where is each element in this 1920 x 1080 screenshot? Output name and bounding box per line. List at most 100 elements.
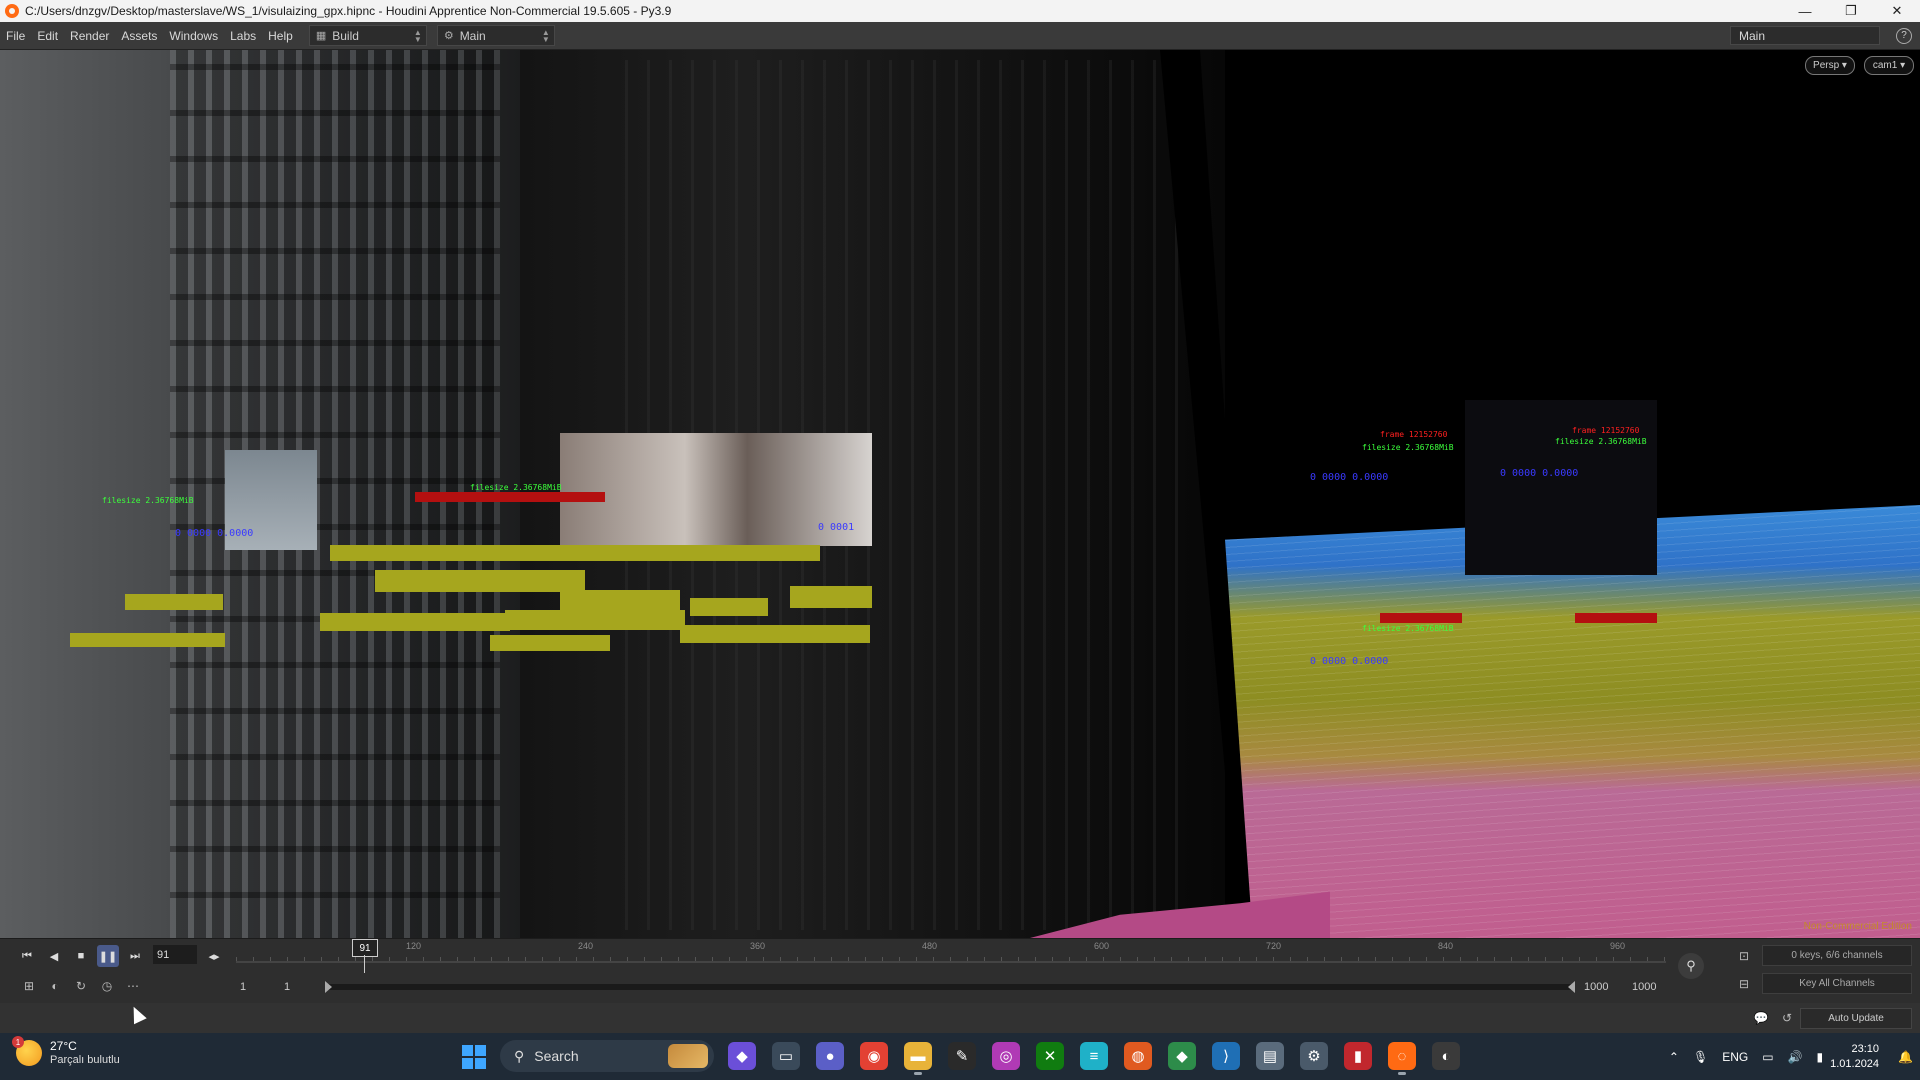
realtime-icon[interactable]: ◷ <box>98 977 116 995</box>
label-block <box>1380 613 1462 623</box>
gear-icon: ⚙ <box>443 30 454 42</box>
right-desktop-select[interactable]: Main <box>1730 26 1880 45</box>
range-start-field[interactable]: 1 <box>240 977 246 996</box>
teams-icon[interactable]: ● <box>816 1042 844 1070</box>
language-indicator[interactable]: ENG <box>1722 1050 1748 1064</box>
display-icon[interactable]: ▭ <box>1762 1050 1773 1064</box>
clock[interactable]: 23:10 1.01.2024 <box>1830 1042 1879 1072</box>
data-bar <box>790 586 872 608</box>
frame-label: frame 12152760 <box>1380 430 1448 439</box>
weather-widget[interactable]: 1 27°C Parçalı bulutlu <box>12 1036 120 1067</box>
battery-icon[interactable]: ▮ <box>1817 1050 1824 1064</box>
scene-viewport[interactable]: filesize 2.36768MiB filesize 2.36768MiB … <box>0 50 1920 938</box>
notes-icon[interactable]: ≡ <box>1080 1042 1108 1070</box>
xbox-icon[interactable]: ✕ <box>1036 1042 1064 1070</box>
coord-label: 0 0000 0.0000 <box>1310 656 1389 667</box>
menu-file[interactable]: File <box>0 29 31 43</box>
stop-button[interactable]: ■ <box>70 945 92 967</box>
channel-list-icon[interactable]: ⊡ <box>1735 947 1753 965</box>
weather-icon: 1 <box>12 1036 42 1066</box>
windows-start-icon[interactable] <box>462 1045 486 1069</box>
auto-update-select[interactable]: Auto Update <box>1800 1008 1912 1029</box>
pause-button[interactable]: ❚❚ <box>97 945 119 967</box>
step-icon[interactable]: ⋯ <box>124 977 142 995</box>
playbar: ⏮ ◀ ■ ❚❚ ⏭ 91 ◂▸ 120 240 360 480 600 720… <box>0 938 1920 1004</box>
filesize-label: filesize 2.36768MiB <box>470 483 562 492</box>
status-bar: 💬 ↺ Auto Update <box>0 1003 1920 1033</box>
pdf-reader-icon[interactable]: ▮ <box>1344 1042 1372 1070</box>
range-end-field[interactable]: 1000 <box>1632 977 1656 996</box>
speaker-icon[interactable]: ◐ <box>46 977 64 995</box>
loop-icon[interactable]: ↻ <box>72 977 90 995</box>
play-reverse-button[interactable]: ◀ <box>43 945 65 967</box>
range-start-handle[interactable] <box>325 981 332 993</box>
notifications-icon[interactable]: 🔔 <box>1898 1050 1913 1064</box>
data-bar <box>125 594 223 610</box>
menu-help[interactable]: Help <box>262 29 299 43</box>
help-icon[interactable]: ? <box>1896 27 1912 44</box>
current-frame-field[interactable]: 91 <box>153 945 197 964</box>
chat-icon[interactable]: 💬 <box>1752 1009 1770 1027</box>
filesize-label: filesize 2.36768MiB <box>1362 443 1454 452</box>
menu-edit[interactable]: Edit <box>31 29 64 43</box>
file-explorer-icon[interactable]: ▬ <box>904 1042 932 1075</box>
monitor-app-icon[interactable]: ▤ <box>1256 1042 1284 1070</box>
instagram-icon[interactable]: ◎ <box>992 1042 1020 1070</box>
widgets-icon[interactable]: ◆ <box>728 1042 756 1070</box>
volume-icon[interactable]: 🔊 <box>1788 1050 1803 1064</box>
task-view-icon[interactable]: ▭ <box>772 1042 800 1070</box>
desktop-main-select[interactable]: ⚙ Main ▲ ▼ <box>436 25 555 46</box>
data-bar <box>505 610 685 630</box>
settings-icon[interactable]: ⚙ <box>1300 1042 1328 1070</box>
updown-arrow-icon: ▲ ▼ <box>413 27 422 44</box>
chrome-icon[interactable]: ◉ <box>860 1042 888 1070</box>
refresh-icon[interactable]: ↺ <box>1778 1009 1796 1027</box>
microphone-icon[interactable]: 🎙 <box>1693 1050 1708 1064</box>
tick-label: 120 <box>406 941 422 951</box>
close-button[interactable]: ✕ <box>1874 0 1920 22</box>
coord-label: 0 0000 0.0000 <box>175 528 254 539</box>
desktop-build-select[interactable]: ▦ Build ▲ ▼ <box>308 25 427 46</box>
persp-view-menu[interactable]: Persp ▾ <box>1805 56 1855 75</box>
tick-label: 480 <box>922 941 938 951</box>
search-icon[interactable]: ⚲ <box>1678 953 1704 979</box>
sidefx-icon[interactable]: ◐ <box>1432 1042 1460 1070</box>
audio-icon[interactable]: ⊞ <box>20 977 38 995</box>
git-icon[interactable]: ◆ <box>1168 1042 1196 1070</box>
key-all-channels-select[interactable]: Key All Channels <box>1762 973 1912 994</box>
vscode-icon[interactable]: ⟩ <box>1212 1042 1240 1070</box>
timeline-ruler[interactable]: 120 240 360 480 600 720 840 960 <box>236 939 1666 973</box>
jump-start-button[interactable]: ⏮ <box>16 945 38 967</box>
data-bar <box>680 625 870 643</box>
range-start-field[interactable]: 1 <box>284 977 290 996</box>
chevron-up-icon[interactable]: ⌃ <box>1669 1050 1679 1064</box>
range-end-field[interactable]: 1000 <box>1584 977 1608 996</box>
houdini-taskbar-icon[interactable]: ◌ <box>1388 1042 1416 1075</box>
tick-label: 360 <box>750 941 766 951</box>
right-desktop-label: Main <box>1739 28 1766 43</box>
rhino-icon[interactable]: ✎ <box>948 1042 976 1070</box>
keys-channels-info[interactable]: 0 keys, 6/6 channels <box>1762 945 1912 966</box>
step-frame-buttons[interactable]: ◂▸ <box>200 945 228 967</box>
menu-windows[interactable]: Windows <box>163 29 224 43</box>
menu-labs[interactable]: Labs <box>224 29 262 43</box>
label-block <box>415 492 605 502</box>
menu-render[interactable]: Render <box>64 29 115 43</box>
weather-temperature: 27°C <box>50 1039 77 1053</box>
tick-label: 240 <box>578 941 594 951</box>
maximize-button[interactable]: ❐ <box>1828 0 1874 22</box>
houdini-launcher-icon[interactable]: ◍ <box>1124 1042 1152 1070</box>
desktop-main-label: Main <box>459 28 486 43</box>
clock-date: 1.01.2024 <box>1830 1057 1880 1070</box>
camera-menu[interactable]: cam1 ▾ <box>1864 56 1914 75</box>
tick-label: 600 <box>1094 941 1110 951</box>
jump-end-button[interactable]: ⏭ <box>124 945 146 967</box>
minimize-button[interactable]: — <box>1782 0 1828 22</box>
range-slider[interactable] <box>325 981 1575 993</box>
taskbar-search[interactable]: ⚲ Search <box>500 1040 714 1072</box>
window-titlebar: C:/Users/dnzgv/Desktop/masterslave/WS_1/… <box>0 0 1920 22</box>
playhead-marker[interactable]: 91 <box>352 939 378 957</box>
key-icon[interactable]: ⊟ <box>1735 975 1753 993</box>
menu-assets[interactable]: Assets <box>115 29 163 43</box>
range-end-handle[interactable] <box>1568 981 1575 993</box>
